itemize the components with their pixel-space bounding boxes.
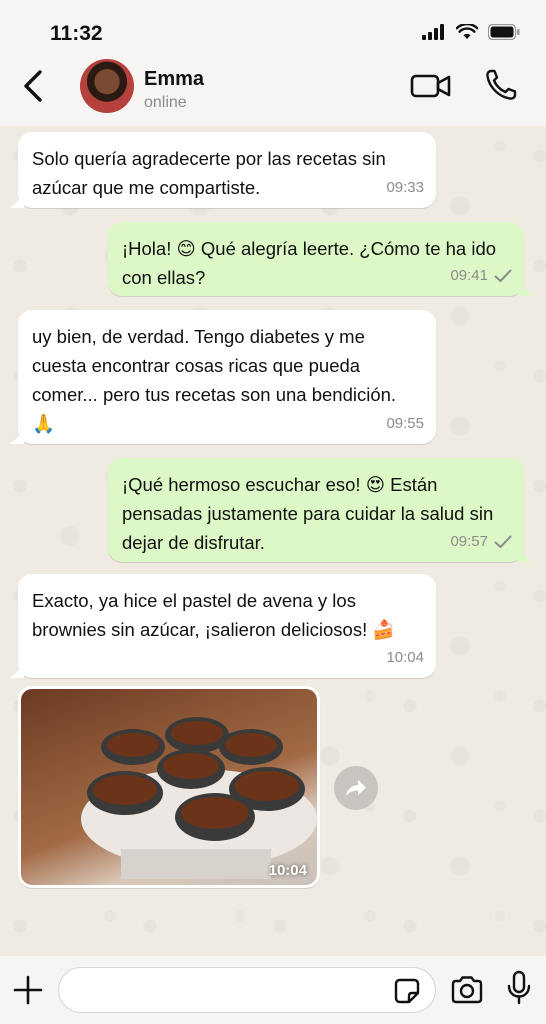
status-bar: 11:32 (0, 0, 546, 56)
message-input[interactable] (58, 967, 436, 1013)
brownies-photo[interactable]: 10:04 (21, 689, 317, 885)
message-text: uy bien, de verdad. Tengo diabetes y me … (32, 326, 397, 434)
message-time: 09:33 (386, 179, 424, 196)
battery-icon (488, 24, 520, 40)
signal-icon (422, 24, 444, 40)
video-call-icon[interactable] (410, 70, 452, 102)
delivered-check-icon (494, 269, 512, 282)
message-meta: 09:33 (386, 173, 424, 202)
forward-icon (346, 780, 366, 797)
back-arrow-icon[interactable] (18, 68, 50, 104)
photo-time: 10:04 (268, 862, 307, 879)
phone-call-icon[interactable] (484, 68, 518, 102)
message-incoming[interactable]: uy bien, de verdad. Tengo diabetes y me … (10, 310, 436, 444)
status-time: 11:32 (50, 22, 103, 45)
camera-icon[interactable] (450, 974, 484, 1006)
status-icons (422, 24, 520, 40)
forward-button[interactable] (334, 766, 378, 810)
message-incoming[interactable]: Exacto, ya hice el pastel de avena y los… (10, 574, 436, 678)
input-bar (0, 956, 546, 1024)
message-time: 09:41 (450, 267, 488, 284)
message-meta: 09:55 (386, 409, 424, 438)
message-outgoing[interactable]: ¡Hola! 😊 Qué alegría leerte. ¿Cómo te ha… (108, 222, 532, 296)
plus-icon[interactable] (12, 974, 44, 1006)
message-time: 09:55 (386, 415, 424, 432)
message-time: 10:04 (386, 649, 424, 666)
message-text: Solo quería agradecerte por las recetas … (32, 148, 386, 198)
photo-message[interactable]: 10:04 (18, 686, 320, 888)
wifi-icon (456, 24, 478, 39)
contact-name[interactable]: Emma (144, 68, 204, 91)
microphone-icon[interactable] (506, 970, 532, 1006)
chat-area[interactable]: Solo quería agradecerte por las recetas … (0, 126, 546, 956)
message-text: Exacto, ya hice el pastel de avena y los… (32, 590, 396, 640)
contact-avatar[interactable] (80, 59, 134, 113)
message-time: 09:57 (450, 533, 488, 550)
chat-header: Emma online (0, 56, 546, 126)
contact-status: online (144, 94, 187, 111)
message-meta: 09:57 (450, 527, 512, 556)
sticker-icon[interactable] (392, 976, 422, 1006)
message-outgoing[interactable]: ¡Qué hermoso escuchar eso! 😍 Están pensa… (108, 458, 532, 562)
delivered-check-icon (494, 535, 512, 548)
message-meta: 10:04 (386, 643, 424, 672)
message-incoming[interactable]: Solo quería agradecerte por las recetas … (10, 132, 436, 208)
message-meta: 09:41 (450, 261, 512, 290)
brownies-image (81, 717, 317, 879)
